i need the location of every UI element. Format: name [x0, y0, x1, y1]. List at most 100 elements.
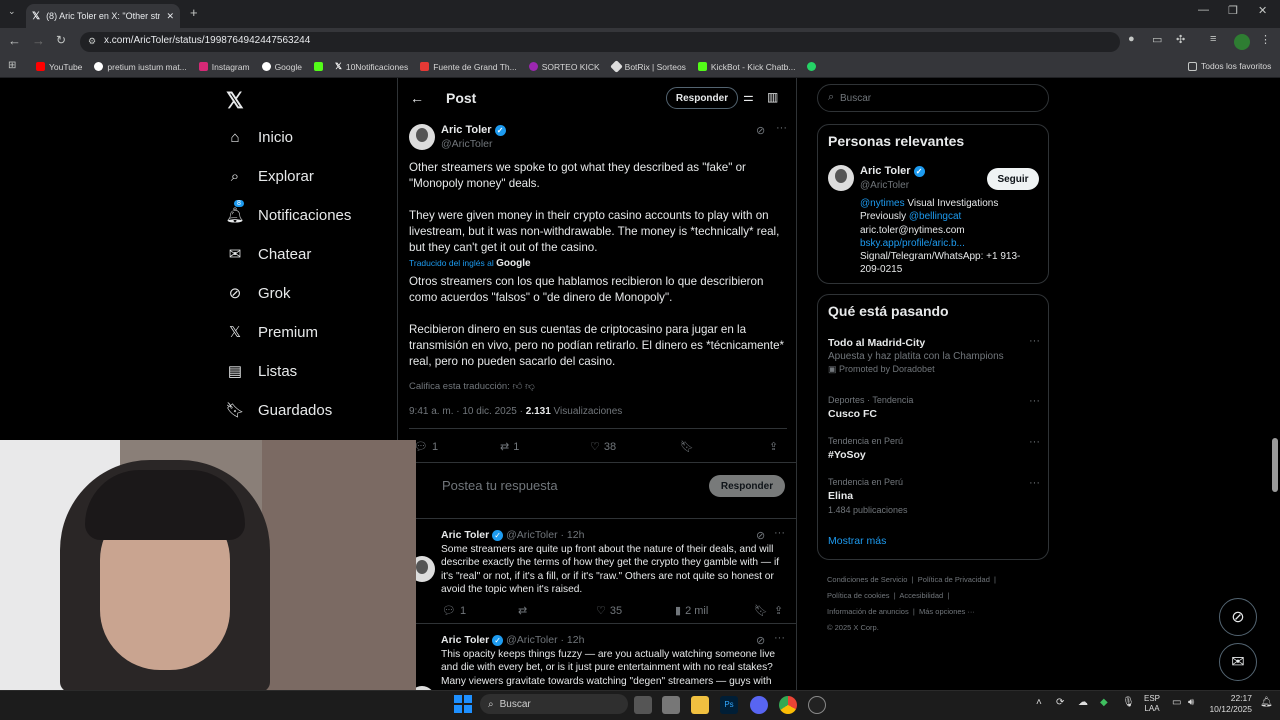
share-action[interactable]: ⇪: [774, 604, 783, 617]
bookmark-item[interactable]: [313, 62, 323, 71]
reader-icon[interactable]: ▥: [767, 90, 778, 104]
bookmark-action[interactable]: 🔖︎: [754, 604, 768, 617]
messages-fab-icon[interactable]: ✉: [1219, 643, 1257, 681]
trend-item[interactable]: Deportes · Tendencia Cusco FC ···: [828, 395, 1040, 420]
apps-grid-icon[interactable]: ⊞: [8, 60, 16, 71]
post-author[interactable]: Aric Toler ✓: [441, 124, 506, 136]
repost-action[interactable]: ⇄: [518, 604, 527, 617]
mic-icon[interactable]: 🎙︎: [1122, 697, 1135, 708]
profile-avatar[interactable]: [1234, 34, 1250, 50]
photoshop-icon[interactable]: Ps: [720, 696, 738, 714]
reply-action[interactable]: 💬︎ 1: [442, 604, 466, 618]
tab-search-icon[interactable]: ⌄: [8, 6, 16, 17]
x-logo-icon[interactable]: 𝕏: [226, 88, 244, 114]
task-view-icon[interactable]: [634, 696, 652, 714]
bio-link[interactable]: @nytimes: [860, 198, 905, 209]
window-close-icon[interactable]: ✕: [1258, 4, 1267, 17]
bookmark-item[interactable]: YouTube: [36, 62, 82, 72]
bookmark-item[interactable]: KickBot - Kick Chatb...: [697, 62, 795, 72]
more-icon[interactable]: ···: [1029, 395, 1040, 407]
tab-close-icon[interactable]: ✕: [166, 11, 174, 22]
url-bar[interactable]: ⚙ x.com/AricToler/status/199876494244756…: [80, 32, 1120, 52]
tray-chevron-icon[interactable]: ˄: [1036, 697, 1042, 708]
taskbar-search[interactable]: ⌕ Buscar: [480, 694, 628, 714]
more-icon[interactable]: ···: [776, 122, 787, 134]
views-action[interactable]: ▮ 2 mil: [675, 604, 708, 618]
file-explorer-icon[interactable]: [691, 696, 709, 714]
footer-link[interactable]: Información de anuncios: [827, 607, 909, 616]
bookmark-item[interactable]: BotRix | Sorteos: [609, 60, 686, 73]
share-action[interactable]: ⇪: [769, 440, 778, 453]
nav-bookmarks[interactable]: 🔖︎ Guardados: [225, 401, 332, 420]
translated-label[interactable]: Traducido del inglés al Google: [409, 258, 531, 269]
show-more-link[interactable]: Mostrar más: [828, 535, 886, 547]
new-tab-icon[interactable]: +: [190, 5, 198, 20]
obs-icon[interactable]: [808, 696, 826, 714]
all-bookmarks[interactable]: Todos los favoritos: [1188, 61, 1271, 71]
footer-link[interactable]: Accesibilidad: [899, 591, 943, 600]
tray-app-icon[interactable]: ⟳: [1056, 697, 1064, 708]
nav-grok[interactable]: ⊘ Grok: [226, 284, 291, 303]
grok-explain-icon[interactable]: ⊘: [756, 529, 765, 542]
back-icon[interactable]: ←: [8, 33, 21, 48]
scrollbar[interactable]: [1270, 78, 1280, 690]
more-icon[interactable]: ···: [774, 632, 785, 644]
thumbs-up-icon[interactable]: 👍︎: [513, 381, 523, 392]
reply-submit-button[interactable]: Responder: [709, 475, 785, 497]
nav-lists[interactable]: ▤ Listas: [226, 362, 297, 381]
back-arrow-icon[interactable]: ←: [410, 90, 424, 106]
site-info-icon[interactable]: ⚙: [88, 36, 96, 47]
bookmark-item[interactable]: SORTEO KICK: [528, 62, 600, 72]
onedrive-icon[interactable]: ☁: [1078, 697, 1088, 708]
nav-notifications[interactable]: 🔔︎ 8 Notificaciones: [225, 200, 351, 224]
chrome-icon[interactable]: [779, 696, 797, 714]
post-handle[interactable]: @AricToler: [441, 138, 493, 150]
person-handle[interactable]: @AricToler: [860, 180, 909, 191]
nav-explore[interactable]: ⌕ Explorar: [226, 167, 314, 185]
person-name[interactable]: Aric Toler ✓: [860, 165, 925, 177]
trend-item[interactable]: Tendencia en Perú #YoSoy ···: [828, 436, 1040, 461]
scrollbar-thumb[interactable]: [1272, 438, 1278, 492]
more-icon[interactable]: ···: [1029, 436, 1040, 448]
filter-icon[interactable]: ⚌: [743, 90, 754, 104]
bookmark-item[interactable]: [807, 62, 817, 71]
thumbs-down-icon[interactable]: 👎︎: [525, 381, 535, 392]
nav-home[interactable]: ⌂ Inicio: [226, 128, 293, 146]
nav-premium[interactable]: 𝕏 Premium: [226, 323, 318, 342]
header-reply-button[interactable]: Responder: [666, 87, 738, 109]
like-action[interactable]: ♡ 35: [596, 604, 622, 618]
avatar[interactable]: [409, 124, 435, 150]
reply-header[interactable]: Aric Toler ✓ @AricToler · 12h: [441, 634, 584, 646]
chrome-menu-icon[interactable]: ⋮: [1260, 33, 1271, 46]
volume-icon[interactable]: 🔊︎: [1188, 697, 1194, 708]
extension-icon[interactable]: ●: [1128, 33, 1135, 45]
language-indicator[interactable]: ESP LAA: [1144, 694, 1160, 714]
network-icon[interactable]: ▭: [1172, 697, 1181, 708]
notifications-icon[interactable]: 🔔︎: [1260, 697, 1273, 708]
bookmark-item[interactable]: pretium iustum mat...: [94, 62, 187, 72]
app-icon[interactable]: [662, 696, 680, 714]
windows-start-icon[interactable]: [454, 695, 472, 713]
restore-icon[interactable]: ❐: [1228, 4, 1238, 17]
like-action[interactable]: ♡ 38: [590, 440, 616, 454]
grok-explain-icon[interactable]: ⊘: [756, 124, 765, 137]
discord-icon[interactable]: [750, 696, 768, 714]
grok-fab-icon[interactable]: ⊘: [1219, 598, 1257, 636]
bio-link[interactable]: @bellingcat: [909, 211, 961, 222]
bookmark-item[interactable]: 𝕏 10Notificaciones: [335, 61, 408, 72]
reading-list-icon[interactable]: ≡: [1210, 33, 1216, 45]
reply-header[interactable]: Aric Toler ✓ @AricToler · 12h: [441, 529, 584, 541]
clock[interactable]: 22:17 10/12/2025: [1206, 693, 1252, 715]
repost-action[interactable]: ⇄ 1: [500, 440, 519, 454]
more-icon[interactable]: ···: [774, 527, 785, 539]
bookmark-item[interactable]: Fuente de Grand Th...: [420, 62, 517, 72]
grok-explain-icon[interactable]: ⊘: [756, 634, 765, 647]
minimize-icon[interactable]: —: [1198, 4, 1209, 16]
avatar[interactable]: [828, 165, 854, 191]
security-icon[interactable]: ◆: [1100, 697, 1108, 708]
reload-icon[interactable]: ↻: [56, 33, 66, 47]
bio-link[interactable]: bsky.app/profile/aric.b...: [860, 237, 1040, 250]
more-icon[interactable]: ···: [1029, 477, 1040, 489]
extension2-icon[interactable]: ▭: [1152, 33, 1162, 46]
trend-item[interactable]: Tendencia en Perú Elina 1.484 publicacio…: [828, 477, 1040, 515]
